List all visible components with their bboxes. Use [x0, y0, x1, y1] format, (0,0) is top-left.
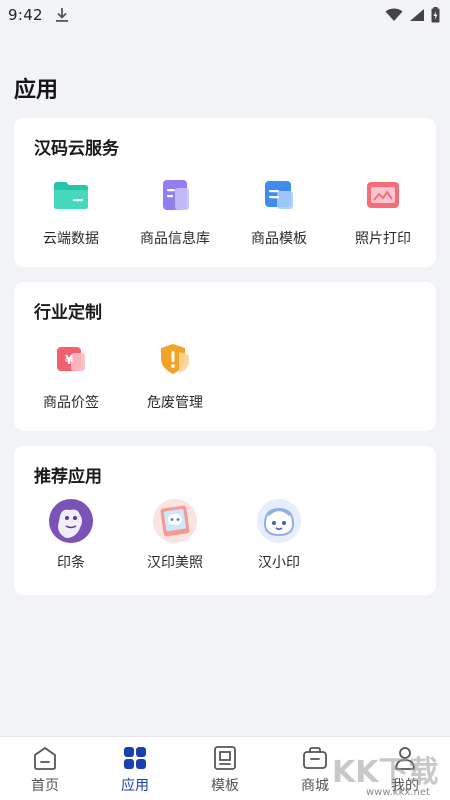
section-title: 推荐应用 [34, 467, 102, 487]
section-title: 汉码云服务 [34, 139, 119, 159]
app-item-hanxiaoyin[interactable]: 汉小印 [226, 498, 332, 578]
wifi-icon [385, 8, 403, 21]
app-item-label: 汉小印 [258, 555, 300, 571]
nav-item-label: 应用 [121, 778, 149, 794]
app-item-label: 云端数据 [43, 231, 99, 247]
app-item-label: 商品模板 [251, 231, 307, 247]
home-icon [34, 747, 56, 770]
product-database-icon [163, 180, 189, 210]
nav-item-profile[interactable]: 我的 [360, 737, 450, 800]
nav-item-store[interactable]: 商城 [270, 737, 360, 800]
section-title: 行业定制 [34, 303, 102, 323]
section-cloud-services: 汉码云服务 云端数据 商品信息库 商品模板 照片打印 [14, 118, 436, 267]
download-icon [55, 8, 68, 22]
profile-icon [395, 747, 415, 770]
product-template-icon [265, 181, 293, 209]
hanxiaoyin-app-icon [257, 499, 301, 543]
store-icon [303, 747, 327, 769]
bottom-navigation: 首页 应用 模板 商城 我的 [0, 736, 450, 800]
app-item-label: 商品价签 [43, 395, 99, 411]
nav-item-label: 模板 [211, 778, 239, 794]
app-item-label: 危废管理 [147, 395, 203, 411]
app-item-cloud-data[interactable]: 云端数据 [18, 174, 124, 254]
nav-item-apps[interactable]: 应用 [90, 737, 180, 800]
app-item-yintiao[interactable]: 印条 [18, 498, 124, 578]
app-item-product-database[interactable]: 商品信息库 [122, 174, 228, 254]
price-tag-icon: ¥ [57, 347, 85, 371]
nav-item-templates[interactable]: 模板 [180, 737, 270, 800]
battery-icon [431, 7, 440, 23]
svg-text:¥: ¥ [65, 353, 74, 367]
nav-item-home[interactable]: 首页 [0, 737, 90, 800]
page-title: 应用 [14, 78, 59, 103]
status-time: 9:42 [8, 6, 43, 24]
cloud-folder-icon [54, 182, 88, 209]
photo-print-icon [367, 182, 399, 208]
yintiao-app-icon [49, 499, 93, 543]
status-bar: 9:42 [0, 0, 450, 30]
status-indicators [385, 7, 440, 23]
app-item-price-tag[interactable]: ¥ 商品价签 [18, 338, 124, 418]
app-item-product-template[interactable]: 商品模板 [226, 174, 332, 254]
app-item-hanyin-meizhao[interactable]: 汉印美照 [122, 498, 228, 578]
template-icon [214, 746, 236, 770]
app-item-hazard-waste[interactable]: 危废管理 [122, 338, 228, 418]
section-industry-custom: 行业定制 ¥ 商品价签 危废管理 [14, 282, 436, 431]
app-item-label: 汉印美照 [147, 555, 203, 571]
nav-item-label: 我的 [391, 778, 419, 794]
app-item-label: 商品信息库 [140, 231, 210, 247]
app-item-label: 照片打印 [355, 231, 411, 247]
app-item-photo-print[interactable]: 照片打印 [330, 174, 436, 254]
app-item-label: 印条 [57, 555, 85, 571]
nav-item-label: 首页 [31, 778, 59, 794]
hazard-shield-icon [161, 344, 189, 374]
nav-item-label: 商城 [301, 778, 329, 794]
apps-grid-icon [124, 747, 146, 769]
hanyin-meizhao-app-icon [153, 499, 197, 543]
section-recommended-apps: 推荐应用 印条 汉印美照 汉小印 [14, 446, 436, 595]
signal-icon [410, 9, 424, 21]
